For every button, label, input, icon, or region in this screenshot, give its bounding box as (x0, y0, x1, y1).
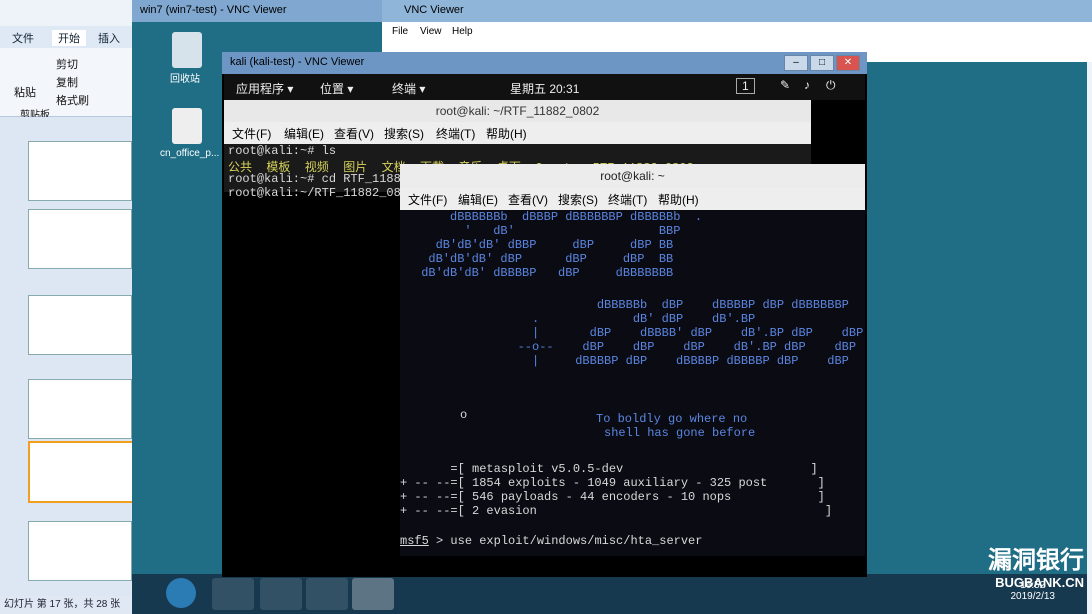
menu-help[interactable]: 帮助(H) (658, 191, 699, 208)
kali-top-panel: 应用程序 ▾ 位置 ▾ 终端 ▾ 星期五 20:31 1 ✎ ♪ ⏻ (224, 74, 865, 100)
tab-home[interactable]: 开始 (52, 30, 86, 46)
ie-taskbar-icon[interactable] (212, 578, 254, 610)
close-button[interactable]: ✕ (836, 55, 860, 71)
menu-view[interactable]: View (420, 26, 442, 37)
menu-file[interactable]: 文件(F) (232, 125, 271, 142)
terminal-menu[interactable]: 终端 ▾ (392, 80, 425, 97)
word-document-icon[interactable] (172, 108, 202, 144)
kali-vnc-titlebar[interactable]: kali (kali-test) - VNC Viewer – □ ✕ (222, 52, 867, 74)
quote-line: To boldly go where no (596, 412, 748, 426)
menu-edit[interactable]: 编辑(E) (458, 191, 498, 208)
ascii-art-line: | dBBBBP dBP dBBBBP dBBBBP dBP dBP (460, 354, 849, 368)
msf-prompt-line[interactable]: msf5 > use exploit/windows/misc/hta_serv… (400, 534, 702, 548)
menu-view[interactable]: 查看(V) (334, 125, 374, 142)
places-menu[interactable]: 位置 ▾ (320, 80, 353, 97)
slide-thumbnail[interactable] (28, 521, 132, 581)
start-orb-icon[interactable] (166, 578, 196, 608)
ppt-ribbon: 粘贴 剪切 复制 格式刷 剪贴板 (0, 48, 140, 121)
vnc-viewer-titlebar[interactable]: VNC Viewer (382, 0, 1092, 22)
slide-thumbnail[interactable] (28, 295, 132, 355)
ascii-art-line: --o-- dBP dBP dBP dB'.BP dBP dBP (460, 340, 857, 354)
win7-taskbar: 16:52 2019/2/13 (132, 574, 1087, 614)
menu-edit[interactable]: 编辑(E) (284, 125, 324, 142)
terminal1-menubar: 文件(F) 编辑(E) 查看(V) 搜索(S) 终端(T) 帮助(H) (224, 122, 811, 144)
desktop-file-label: cn_office_p... (160, 148, 220, 159)
banner-line: =[ metasploit v5.0.5-dev ] (400, 462, 818, 476)
banner-line: + -- --=[ 1854 exploits - 1049 auxiliary… (400, 476, 825, 490)
tab-insert[interactable]: 插入 (98, 30, 120, 46)
slide-thumbnail-selected[interactable] (28, 441, 134, 503)
workspace-indicator[interactable]: 1 (736, 78, 755, 94)
terminal-taskbar-icon[interactable] (352, 578, 394, 610)
quote-line: shell has gone before (604, 426, 756, 440)
menu-terminal[interactable]: 终端(T) (608, 191, 647, 208)
paste-button[interactable]: 粘贴 (14, 84, 36, 100)
explorer-taskbar-icon[interactable] (260, 578, 302, 610)
ascii-art-line: dB'dB'dB' dBBP dBP dBP BB (414, 238, 674, 252)
format-painter-button[interactable]: 格式刷 (56, 92, 89, 108)
ppt-status-bar: 幻灯片 第 17 张，共 28 张 (0, 596, 144, 614)
win7-vnc-titlebar[interactable]: win7 (win7-test) - VNC Viewer (132, 0, 392, 22)
star-dot: o (460, 408, 468, 422)
menu-view[interactable]: 查看(V) (508, 191, 548, 208)
msf-command: > use exploit/windows/misc/hta_server (428, 534, 703, 548)
cut-button[interactable]: 剪切 (56, 56, 78, 72)
power-icon[interactable]: ⏻ (826, 78, 836, 93)
minimize-button[interactable]: – (784, 55, 808, 71)
applications-menu[interactable]: 应用程序 ▾ (236, 80, 293, 97)
msf-prompt: msf5 (400, 534, 429, 548)
slide-thumbnail[interactable] (28, 141, 132, 201)
banner-line: + -- --=[ 546 payloads - 44 encoders - 1… (400, 490, 825, 504)
bugbank-watermark: 漏洞银行 BUGBANK.CN (988, 547, 1084, 590)
menu-terminal[interactable]: 终端(T) (436, 125, 475, 142)
recycle-bin-label: 回收站 (170, 74, 200, 85)
ascii-art-line: dBBBBBb dBP dBBBBP dBP dBBBBBBP (460, 298, 849, 312)
media-player-taskbar-icon[interactable] (306, 578, 348, 610)
win7-vnc-title: win7 (win7-test) - VNC Viewer (140, 4, 287, 16)
pen-icon[interactable]: ✎ (780, 78, 790, 92)
ascii-art-line: ' dB' BBP (414, 224, 681, 238)
slide-thumbnail[interactable] (28, 209, 132, 269)
ppt-ribbon-tabs: 文件 开始 插入 (0, 26, 140, 49)
terminal1-titlebar[interactable]: root@kali: ~/RTF_11882_0802 (224, 100, 811, 122)
vnc-viewer-title: VNC Viewer (404, 4, 464, 16)
tab-file[interactable]: 文件 (12, 30, 34, 46)
terminal2-titlebar[interactable]: root@kali: ~ (400, 164, 865, 188)
ascii-art-line: dB'dB'dB' dBP dBP dBP BB (414, 252, 674, 266)
terminal-line: root@kali:~# ls (228, 144, 337, 158)
menu-file[interactable]: File (392, 26, 408, 37)
menu-file[interactable]: 文件(F) (408, 191, 447, 208)
panel-clock[interactable]: 星期五 20:31 (510, 80, 579, 97)
menu-help[interactable]: Help (452, 26, 473, 37)
terminal2-output[interactable]: dBBBBBBb dBBBP dBBBBBBP dBBBBBb . ' dB' … (400, 210, 865, 556)
maximize-button[interactable]: □ (810, 55, 834, 71)
menu-search[interactable]: 搜索(S) (384, 125, 424, 142)
ascii-art-line: | dBP dBBBB' dBP dB'.BP dBP dBP (460, 326, 864, 340)
slide-thumbnail-pane[interactable] (0, 117, 135, 597)
ascii-art-line: . dB' dBP dB'.BP (460, 312, 756, 326)
volume-icon[interactable]: ♪ (804, 78, 810, 92)
menu-help[interactable]: 帮助(H) (486, 125, 527, 142)
recycle-bin-icon[interactable] (172, 32, 202, 68)
slide-thumbnail[interactable] (28, 379, 132, 439)
kali-vnc-title: kali (kali-test) - VNC Viewer (230, 56, 365, 68)
ascii-art-line: dBBBBBBb dBBBP dBBBBBBP dBBBBBb . (414, 210, 703, 224)
bugbank-watermark-top: 漏洞银行 BUGBANK (830, 30, 981, 47)
copy-button[interactable]: 复制 (56, 74, 78, 90)
menu-search[interactable]: 搜索(S) (558, 191, 598, 208)
terminal2-menubar: 文件(F) 编辑(E) 查看(V) 搜索(S) 终端(T) 帮助(H) (400, 188, 865, 210)
banner-line: + -- --=[ 2 evasion ] (400, 504, 833, 518)
ascii-art-line: dB'dB'dB' dBBBBP dBP dBBBBBBB (414, 266, 674, 280)
